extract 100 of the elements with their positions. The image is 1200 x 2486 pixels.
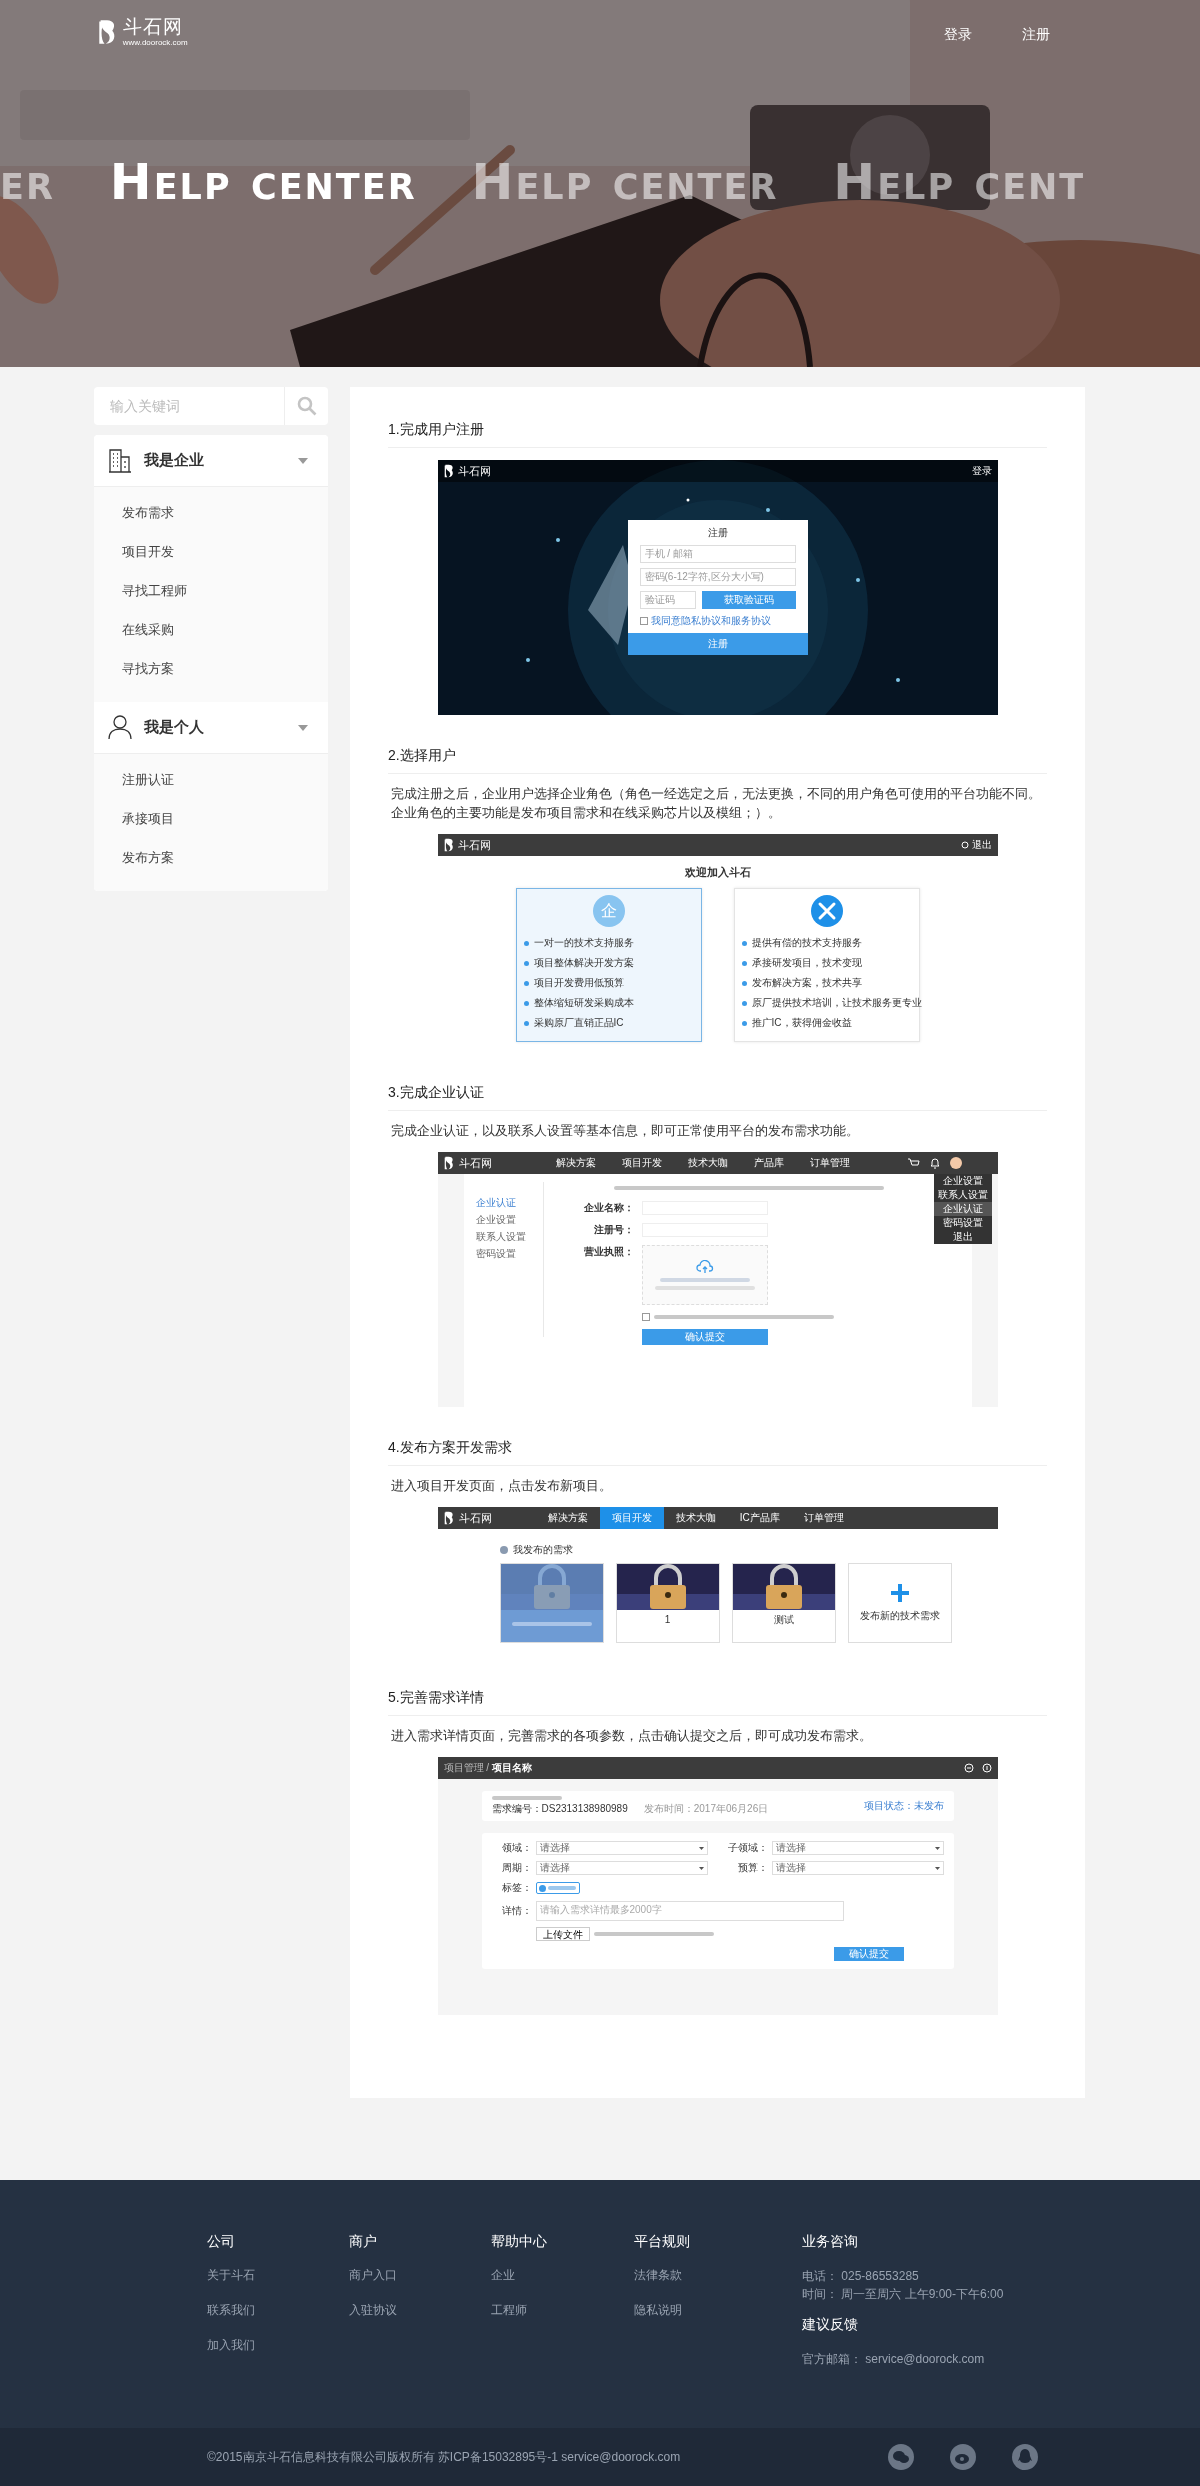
select-field[interactable]: 请选择 — [771, 1841, 944, 1855]
upload-button[interactable]: 上传文件 — [535, 1927, 590, 1941]
footer-link[interactable]: 隐私说明 — [634, 2302, 802, 2319]
caret-icon — [698, 1866, 704, 1870]
checkbox[interactable] — [641, 1313, 650, 1321]
chat-bubbles-icon[interactable] — [888, 2444, 914, 2470]
role-card[interactable]: 企 一对一的技术支持服务 项目整体解决开发方案 项目开发费用低预算 整体缩短研发采购成本 采购原厂直销正品IC — [515, 888, 702, 1042]
side-menu-item[interactable]: 联系人设置 — [475, 1228, 543, 1245]
logo-icon — [443, 838, 455, 852]
dropdown-item[interactable]: 退出 — [933, 1230, 992, 1244]
side-menu-item[interactable]: 企业设置 — [475, 1211, 543, 1228]
side-menu-item[interactable]: 企业认证 — [475, 1194, 543, 1211]
field-label: 周期： — [500, 1861, 532, 1875]
footer-link[interactable]: 入驻协议 — [349, 2302, 491, 2319]
bullet-icon — [523, 1000, 529, 1006]
bullet-icon — [523, 960, 529, 966]
menu-item[interactable]: 注册认证 — [94, 760, 328, 799]
caret-icon — [934, 1846, 940, 1850]
section-title: 我发布的需求 — [512, 1543, 573, 1557]
step-description: 进入项目开发页面，点击发布新项目。 — [391, 1477, 613, 1495]
form-title: 注册 — [706, 526, 729, 540]
feature-text: 项目开发费用低预算 — [533, 976, 624, 990]
bullet-icon — [741, 980, 747, 986]
nav-link[interactable]: 解决方案 — [555, 1156, 596, 1170]
breadcrumb: 项目管理 / 项目名称 — [443, 1761, 532, 1775]
menu-item[interactable]: 寻找工程师 — [94, 571, 328, 610]
logo-icon — [443, 1511, 455, 1525]
select-field[interactable]: 请选择 — [535, 1861, 708, 1875]
menu-item[interactable]: 寻找方案 — [94, 649, 328, 688]
add-tag-button[interactable] — [535, 1882, 580, 1894]
footer-link[interactable]: 企业 — [491, 2267, 634, 2284]
footer-link[interactable]: 加入我们 — [207, 2337, 349, 2354]
field-label: 标签： — [500, 1881, 532, 1895]
contact-text: 时间： 周一至周六 上午9:00-下午6:00 — [802, 2286, 1005, 2303]
search-icon — [296, 396, 317, 416]
field-label: 领域： — [500, 1841, 532, 1855]
eye-icon[interactable] — [950, 2444, 976, 2470]
side-menu-item[interactable]: 密码设置 — [475, 1245, 543, 1262]
footer-link[interactable]: 关于斗石 — [207, 2267, 349, 2284]
cart-icon[interactable] — [907, 1158, 920, 1168]
select-field[interactable]: 请选择 — [771, 1861, 944, 1875]
nav-link[interactable]: 登录 — [944, 26, 972, 44]
checkbox[interactable] — [639, 617, 648, 625]
agreement-text: 我同意隐私协议和服务协议 — [650, 614, 771, 628]
footer-link[interactable]: 联系我们 — [207, 2302, 349, 2319]
footer-heading: 平台规则 — [634, 2232, 691, 2250]
penguin-icon[interactable] — [1012, 2444, 1038, 2470]
feature-text: 整体缩短研发采购成本 — [533, 996, 634, 1010]
nav-link[interactable]: 产品库 — [753, 1156, 784, 1170]
avatar[interactable] — [949, 1157, 962, 1169]
project-card[interactable]: 测试 — [731, 1563, 836, 1643]
dropdown-item[interactable]: 联系人设置 — [933, 1188, 992, 1202]
feature-text: 原厂提供技术培训，让技术服务更专业 — [751, 996, 922, 1010]
add-card[interactable]: 发布新的技术需求 — [847, 1563, 952, 1643]
banner-title: er — [0, 153, 55, 211]
feature-text: 推广IC，获得佣金收益 — [751, 1016, 852, 1030]
nav-link[interactable]: 技术大咖 — [687, 1156, 728, 1170]
circle-icon — [499, 1546, 508, 1554]
menu-item[interactable]: 发布需求 — [94, 493, 328, 532]
tools-icon — [810, 895, 843, 927]
dropdown-item[interactable]: 企业设置 — [933, 1174, 992, 1188]
project-card[interactable]: 1 — [615, 1563, 720, 1643]
plus-icon — [889, 1583, 910, 1603]
bullet-icon — [523, 980, 529, 986]
project-card[interactable] — [499, 1563, 604, 1643]
nav-tab[interactable]: IC产品库 — [727, 1507, 792, 1529]
login-link[interactable]: 登录 — [971, 464, 992, 478]
nav-tab[interactable]: 解决方案 — [535, 1507, 600, 1529]
footer-heading: 公司 — [207, 2232, 236, 2250]
cloud-upload-icon — [695, 1260, 714, 1274]
bullet-icon — [741, 940, 747, 946]
person-icon — [108, 715, 132, 740]
menu-item[interactable]: 项目开发 — [94, 532, 328, 571]
nav-tab[interactable]: 订单管理 — [791, 1507, 856, 1529]
brand-url: www.doorock.com — [122, 38, 188, 47]
footer-link[interactable]: 法律条款 — [634, 2267, 802, 2284]
minus-circle-icon[interactable] — [963, 1763, 974, 1773]
field-label: 企业名称： — [582, 1201, 634, 1215]
role-card[interactable]: 提供有偿的技术支持服务 承接研发项目，技术变现 发布解决方案，技术共享 原厂提供技术培训，让技术服务更专业 推广IC，获得佣金收益 — [733, 888, 920, 1042]
select-field[interactable]: 请选择 — [535, 1841, 708, 1855]
menu-item[interactable]: 在线采购 — [94, 610, 328, 649]
menu-item[interactable]: 发布方案 — [94, 838, 328, 877]
menu-item[interactable]: 承接项目 — [94, 799, 328, 838]
card-caption: 1 — [664, 1613, 671, 1627]
footer-link[interactable]: 商户入口 — [349, 2267, 491, 2284]
footer-link[interactable]: 工程师 — [491, 2302, 634, 2319]
info-circle-icon[interactable] — [981, 1763, 992, 1773]
feature-text: 提供有偿的技术支持服务 — [751, 936, 862, 950]
bell-icon[interactable] — [929, 1157, 940, 1169]
bullet-icon — [741, 1020, 747, 1026]
footer-heading: 商户 — [349, 2232, 378, 2250]
dropdown-item[interactable]: 企业认证 — [933, 1202, 992, 1216]
nav-link[interactable]: 项目开发 — [621, 1156, 662, 1170]
nav-link[interactable]: 订单管理 — [809, 1156, 850, 1170]
dropdown-item[interactable]: 密码设置 — [933, 1216, 992, 1230]
search-field[interactable]: 输入关键词 — [94, 387, 284, 425]
nav-tab[interactable]: 技术大咖 — [663, 1507, 728, 1529]
nav-link[interactable]: 注册 — [1022, 26, 1050, 44]
exit-link[interactable]: 退出 — [971, 838, 992, 852]
search-button[interactable] — [284, 387, 328, 425]
